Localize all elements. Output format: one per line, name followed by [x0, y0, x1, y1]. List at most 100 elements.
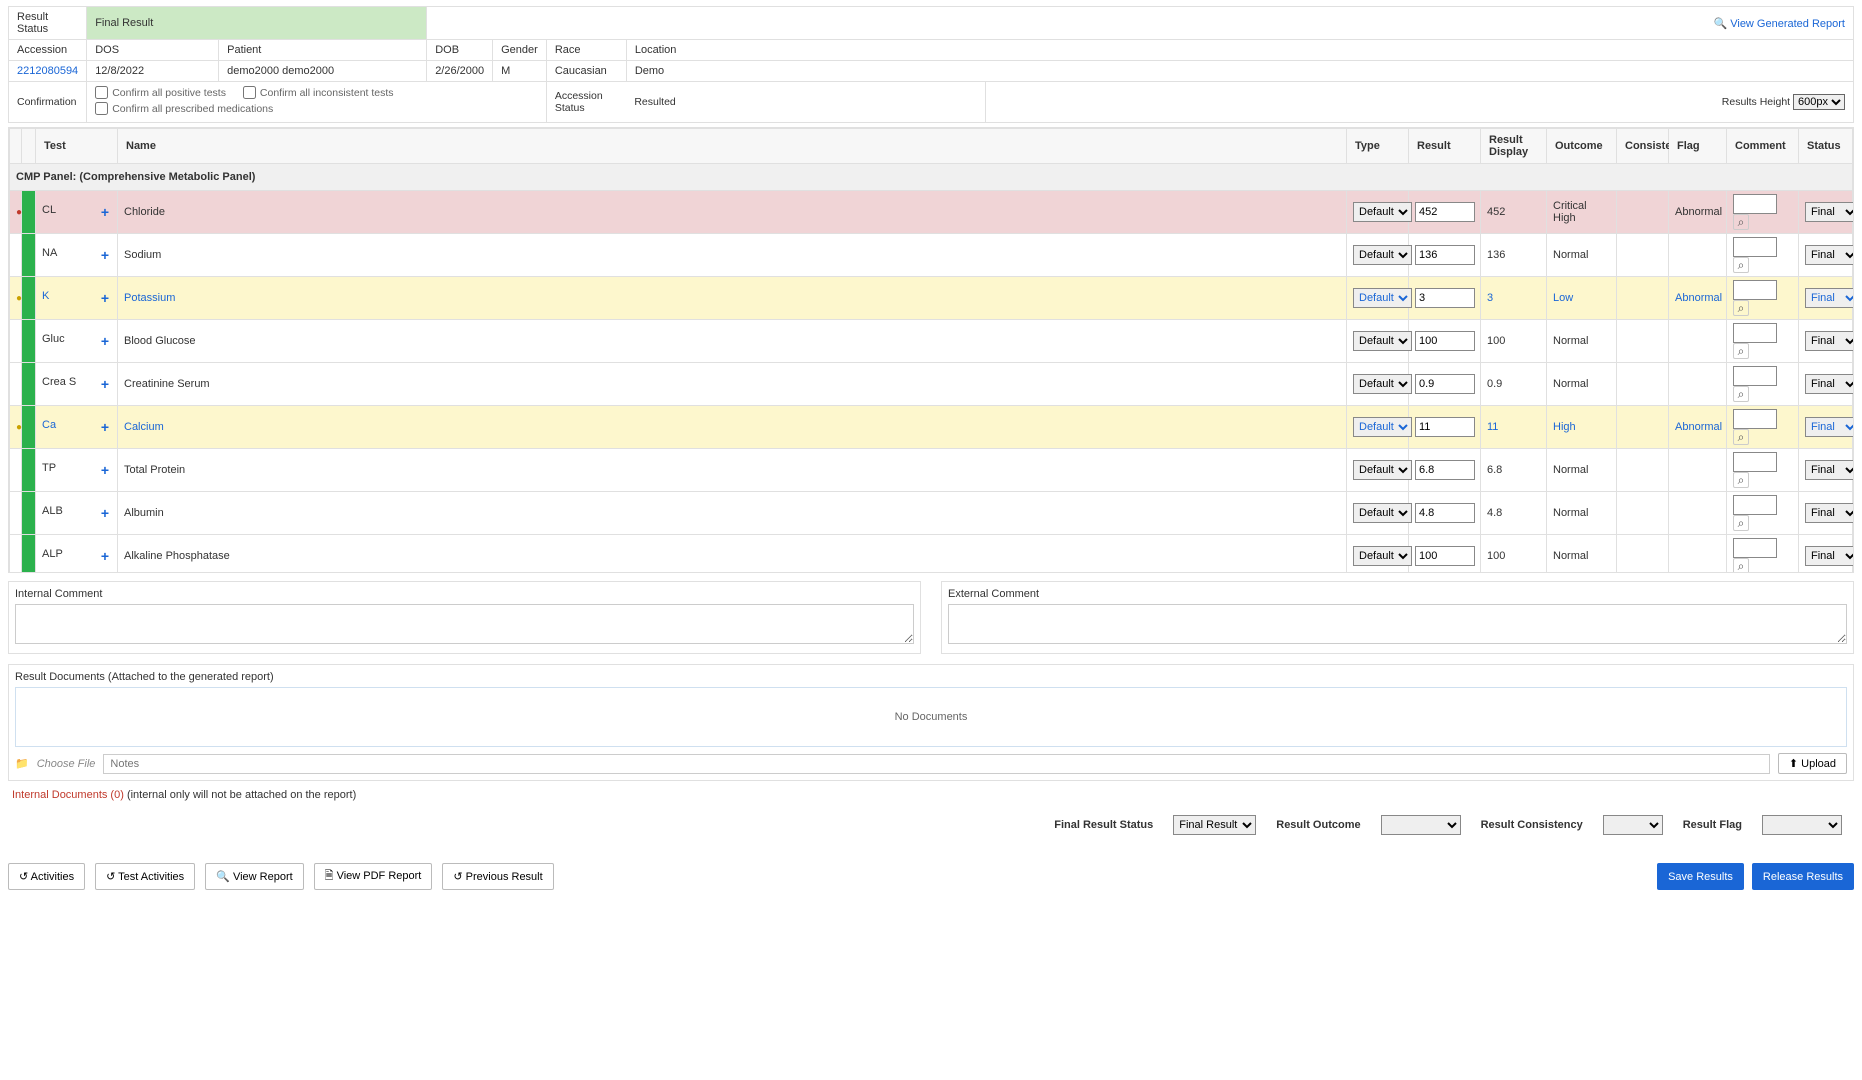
status-select[interactable]: Final — [1805, 331, 1853, 351]
th-test[interactable]: Test — [36, 129, 118, 164]
th-display[interactable]: Result Display — [1481, 129, 1547, 164]
result-input[interactable] — [1415, 503, 1475, 523]
search-icon[interactable]: ⌕ — [1733, 343, 1749, 359]
result-input[interactable] — [1415, 202, 1475, 222]
choose-file-button[interactable]: Choose File — [37, 758, 96, 770]
result-flag-select[interactable] — [1762, 815, 1842, 835]
save-results-button[interactable]: Save Results — [1657, 863, 1744, 890]
view-report-button[interactable]: 🔍 View Report — [205, 863, 303, 890]
notes-input[interactable] — [103, 754, 1769, 774]
status-select[interactable]: Final — [1805, 503, 1853, 523]
status-select[interactable]: Final — [1805, 374, 1853, 394]
comment-input[interactable] — [1733, 452, 1777, 472]
expand-icon[interactable]: + — [99, 204, 111, 220]
search-icon[interactable]: ⌕ — [1733, 257, 1749, 273]
comment-input[interactable] — [1733, 237, 1777, 257]
test-name: Alkaline Phosphatase — [124, 550, 230, 562]
type-select[interactable]: Default — [1353, 417, 1412, 437]
expand-icon[interactable]: + — [99, 505, 111, 521]
comment-input[interactable] — [1733, 366, 1777, 386]
type-select[interactable]: Default — [1353, 460, 1412, 480]
status-select[interactable]: Final — [1805, 460, 1853, 480]
confirm-prescribed-checkbox[interactable]: Confirm all prescribed medications — [95, 102, 273, 115]
expand-icon[interactable]: + — [99, 548, 111, 564]
type-select[interactable]: Default — [1353, 503, 1412, 523]
status-select[interactable]: Final — [1805, 245, 1853, 265]
comment-input[interactable] — [1733, 194, 1777, 214]
expand-icon[interactable]: + — [99, 376, 111, 392]
dob-label: DOB — [427, 40, 493, 61]
type-select[interactable]: Default — [1353, 245, 1412, 265]
internal-comment-input[interactable] — [15, 604, 914, 644]
comment-input[interactable] — [1733, 495, 1777, 515]
status-sidebar — [22, 234, 36, 277]
th-status[interactable]: Status — [1799, 129, 1853, 164]
type-select[interactable]: Default — [1353, 331, 1412, 351]
consistency-value — [1617, 449, 1669, 492]
type-select[interactable]: Default — [1353, 288, 1412, 308]
search-icon[interactable]: ⌕ — [1733, 214, 1749, 230]
confirm-inconsistent-checkbox[interactable]: Confirm all inconsistent tests — [243, 86, 394, 99]
final-result-status-select[interactable]: Final Result — [1173, 815, 1256, 835]
upload-button[interactable]: ⬆ Upload — [1778, 753, 1847, 774]
expand-icon[interactable]: + — [99, 419, 111, 435]
comment-input[interactable] — [1733, 538, 1777, 558]
th-flag[interactable]: Flag — [1669, 129, 1727, 164]
status-select[interactable]: Final — [1805, 546, 1853, 566]
search-icon[interactable]: ⌕ — [1733, 386, 1749, 402]
results-height-select[interactable]: 600px — [1793, 94, 1845, 110]
accession-link[interactable]: 2212080594 — [17, 65, 78, 77]
result-input[interactable] — [1415, 374, 1475, 394]
consistency-value — [1617, 406, 1669, 449]
previous-result-button[interactable]: ↺ Previous Result — [442, 863, 553, 890]
status-select[interactable]: Final — [1805, 202, 1853, 222]
comment-input[interactable] — [1733, 409, 1777, 429]
release-results-button[interactable]: Release Results — [1752, 863, 1854, 890]
result-input[interactable] — [1415, 417, 1475, 437]
external-comment-input[interactable] — [948, 604, 1847, 644]
expand-icon[interactable]: + — [99, 290, 111, 306]
result-input[interactable] — [1415, 245, 1475, 265]
th-comment[interactable]: Comment — [1727, 129, 1799, 164]
result-outcome-select[interactable] — [1381, 815, 1461, 835]
view-pdf-button[interactable]: 🗎 View PDF Report — [314, 863, 433, 890]
comment-input[interactable] — [1733, 280, 1777, 300]
accession-status-label: Accession Status — [546, 82, 626, 123]
result-input[interactable] — [1415, 460, 1475, 480]
result-consistency-select[interactable] — [1603, 815, 1663, 835]
th-type[interactable]: Type — [1347, 129, 1409, 164]
accession-status-value: Resulted — [626, 82, 985, 123]
confirm-positive-checkbox[interactable]: Confirm all positive tests — [95, 86, 226, 99]
search-icon[interactable]: ⌕ — [1733, 429, 1749, 445]
expand-icon[interactable]: + — [99, 247, 111, 263]
test-activities-button[interactable]: ↺ Test Activities — [95, 863, 195, 890]
result-input[interactable] — [1415, 546, 1475, 566]
th-result[interactable]: Result — [1409, 129, 1481, 164]
th-consistency[interactable]: Consistency — [1617, 129, 1669, 164]
view-generated-report-link[interactable]: 🔍 View Generated Report — [1713, 17, 1845, 30]
activities-button[interactable]: ↺ Activities — [8, 863, 85, 890]
expand-icon[interactable]: + — [99, 333, 111, 349]
result-display: 100 — [1487, 550, 1505, 562]
th-outcome[interactable]: Outcome — [1547, 129, 1617, 164]
type-select[interactable]: Default — [1353, 374, 1412, 394]
search-icon[interactable]: ⌕ — [1733, 300, 1749, 316]
type-select[interactable]: Default — [1353, 202, 1412, 222]
status-select[interactable]: Final — [1805, 288, 1853, 308]
status-sidebar — [22, 406, 36, 449]
search-icon[interactable]: ⌕ — [1733, 558, 1749, 572]
severity-marker — [10, 277, 22, 320]
search-icon[interactable]: ⌕ — [1733, 472, 1749, 488]
test-code: Gluc — [42, 333, 65, 345]
search-icon[interactable]: ⌕ — [1733, 515, 1749, 531]
severity-marker — [10, 449, 22, 492]
comment-input[interactable] — [1733, 323, 1777, 343]
status-select[interactable]: Final — [1805, 417, 1853, 437]
dos-label: DOS — [87, 40, 219, 61]
result-input[interactable] — [1415, 288, 1475, 308]
expand-icon[interactable]: + — [99, 462, 111, 478]
type-select[interactable]: Default — [1353, 546, 1412, 566]
th-name[interactable]: Name — [118, 129, 1347, 164]
final-result-status-label: Final Result Status — [1054, 819, 1153, 831]
result-input[interactable] — [1415, 331, 1475, 351]
